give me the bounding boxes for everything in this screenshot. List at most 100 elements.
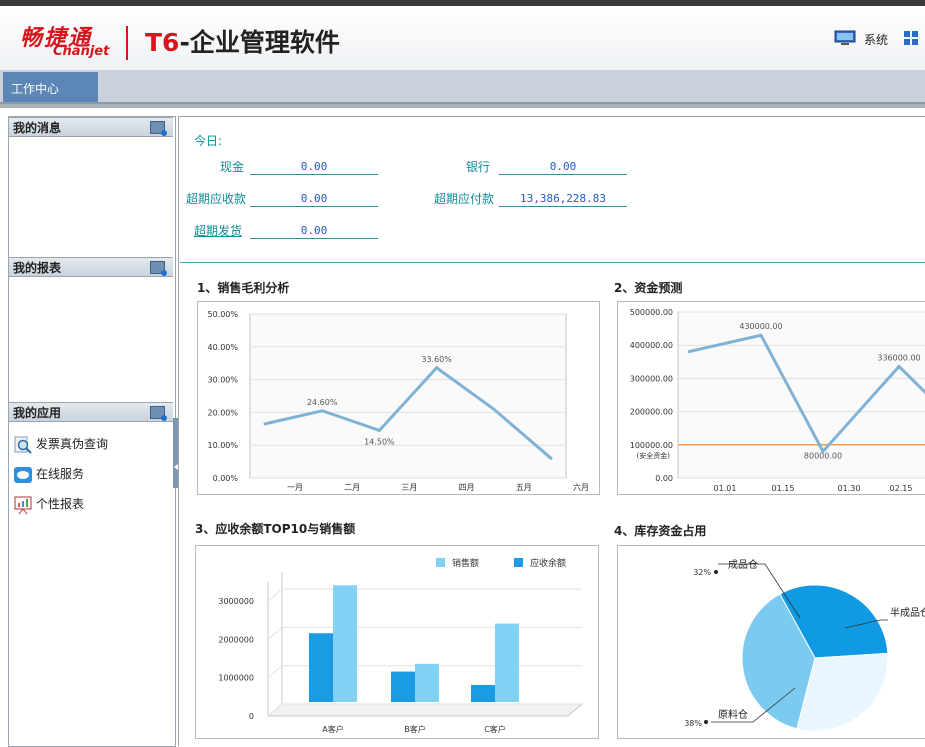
- cash-value: 0.00: [250, 158, 378, 175]
- x-tick-label: 01.01: [714, 484, 737, 493]
- gridline: [267, 588, 283, 602]
- panel-header-apps: 我的应用: [9, 402, 173, 422]
- sidebar: [8, 116, 176, 747]
- system-menu[interactable]: 系统: [864, 31, 888, 48]
- chart-title-inventory: 4、库存资金占用: [614, 524, 707, 538]
- tab-bar: [0, 70, 925, 104]
- online-service-icon: [14, 466, 32, 483]
- leader-dot: [714, 570, 718, 574]
- gridline: [267, 665, 283, 679]
- overdue-shipment-link[interactable]: 超期发货: [194, 222, 242, 239]
- panel-title-messages: 我的消息: [13, 121, 62, 135]
- y-tick-label: 0.00: [655, 474, 673, 483]
- data-point: [492, 407, 496, 411]
- product-title: T6-企业管理软件: [145, 23, 340, 59]
- logo-separator: [126, 26, 128, 60]
- data-point: [435, 366, 439, 370]
- data-label: 24.60%: [307, 398, 338, 407]
- slice-pct-label: 38%: [684, 719, 702, 728]
- y-tick-label: 1000000: [218, 674, 254, 683]
- data-point: [377, 428, 381, 432]
- panel-header-reports: 我的报表: [9, 257, 173, 277]
- slice-label: 半成品仓: [890, 606, 925, 619]
- data-label: 336000.00: [877, 353, 920, 362]
- app-header: 畅捷通 Chanjet T6-企业管理软件 系统: [0, 6, 925, 70]
- overdue-receivable-label: 超期应收款: [186, 192, 247, 206]
- plot-area: [677, 311, 925, 479]
- bar-receivable: [309, 633, 333, 702]
- bar-sales: [415, 663, 439, 702]
- y-tick-label: 500000.00: [630, 308, 673, 317]
- y-tick-label: 30.00%: [207, 376, 238, 385]
- panel-settings-icon[interactable]: [150, 406, 167, 421]
- product-title-t6: T6: [145, 28, 180, 57]
- x-tick-label: 一月: [287, 483, 303, 492]
- x-tick-label: 四月: [459, 483, 475, 492]
- app-item-online-service[interactable]: 在线服务: [13, 463, 84, 485]
- section-separator: [180, 262, 925, 263]
- custom-report-icon: [14, 496, 32, 514]
- leader-dot: [704, 720, 708, 724]
- y-tick-label: 50.00%: [207, 310, 238, 319]
- overdue-payable-value: 13,386,228.83: [499, 190, 627, 207]
- y-tick-label: 200000.00: [630, 408, 673, 417]
- x-tick-label: 01.15: [772, 484, 795, 493]
- data-point: [320, 409, 324, 413]
- y-tick-label: 3000000: [218, 597, 254, 606]
- monitor-icon[interactable]: [834, 30, 856, 46]
- app-item-label: 发票真伪查询: [36, 437, 109, 451]
- panel-settings-icon[interactable]: [150, 261, 167, 276]
- y-tick-label: 20.00%: [207, 408, 238, 417]
- legend-label-receivable: 应收余额: [530, 557, 566, 569]
- data-point: [263, 422, 267, 426]
- x-tick-label: 五月: [516, 483, 532, 492]
- chart-title-receivable: 3、应收余额TOP10与销售额: [195, 522, 356, 536]
- slice-label: 成品仓: [728, 558, 758, 571]
- chart-cash-forecast: 0.00 100000.00 200000.00 300000.00 400000.00…: [617, 301, 925, 495]
- app-item-label: 在线服务: [36, 467, 85, 481]
- chart-title-margin: 1、销售毛利分析: [197, 281, 290, 295]
- today-title: 今日:: [194, 134, 223, 148]
- legend-swatch-sales: [436, 558, 445, 567]
- panel-settings-icon[interactable]: [150, 121, 167, 136]
- panel-header-messages: 我的消息: [9, 117, 173, 137]
- panel-title-apps: 我的应用: [13, 406, 62, 420]
- safety-fund-label: (安全资金): [637, 451, 671, 460]
- y-tick-label: 40.00%: [207, 343, 238, 352]
- app-item-custom-report[interactable]: 个性报表: [13, 493, 84, 515]
- x-tick-label: 01.30: [838, 484, 861, 493]
- data-label: 430000.00: [739, 322, 782, 331]
- x-tick-label: 三月: [401, 483, 417, 492]
- slice-label: 原料仓: [718, 708, 748, 721]
- x-tick-label: 02.15: [890, 484, 913, 493]
- bar-receivable: [471, 684, 495, 702]
- overdue-receivable-value: 0.00: [250, 190, 378, 207]
- app-item-label: 个性报表: [36, 497, 85, 511]
- bank-label: 银行: [466, 160, 491, 174]
- gridline: [267, 627, 283, 640]
- chart-title-cashflow: 2、资金预测: [614, 281, 683, 295]
- y-tick-label: 2000000: [218, 635, 254, 644]
- x-tick-label: B客户: [404, 724, 426, 734]
- x-tick-label: A客户: [322, 724, 343, 734]
- data-point: [549, 456, 553, 460]
- y-tick-label: 300000.00: [630, 374, 673, 383]
- overdue-shipment-value: 0.00: [250, 222, 378, 239]
- data-label: 80000.00: [804, 451, 842, 460]
- slice-pct-label: 32%: [693, 568, 711, 577]
- data-label: 14.50%: [364, 437, 395, 446]
- product-title-rest: -企业管理软件: [179, 28, 340, 57]
- data-label: 33.60%: [421, 355, 452, 364]
- cash-label: 现金: [220, 160, 245, 174]
- windows-grid-icon[interactable]: [903, 30, 919, 46]
- floor: [266, 703, 584, 717]
- bar-sales: [495, 623, 519, 702]
- y-tick-label: 0.00%: [213, 474, 239, 483]
- bar-sales: [333, 585, 357, 702]
- chart-sales-margin: 0.00% 10.00% 20.00% 30.00% 40.00% 50.00% 一月 二月 三…: [197, 301, 600, 495]
- legend-label-sales: 销售额: [452, 557, 479, 569]
- app-item-invoice-check[interactable]: 发票真伪查询: [13, 433, 108, 455]
- tab-work-center[interactable]: 工作中心: [3, 72, 98, 102]
- chart-receivable-sales: 0 1000000 2000000 3000000 A客户 B客户 C客户 销售额 应收余额: [195, 545, 599, 739]
- x-tick-label: 二月: [344, 483, 360, 492]
